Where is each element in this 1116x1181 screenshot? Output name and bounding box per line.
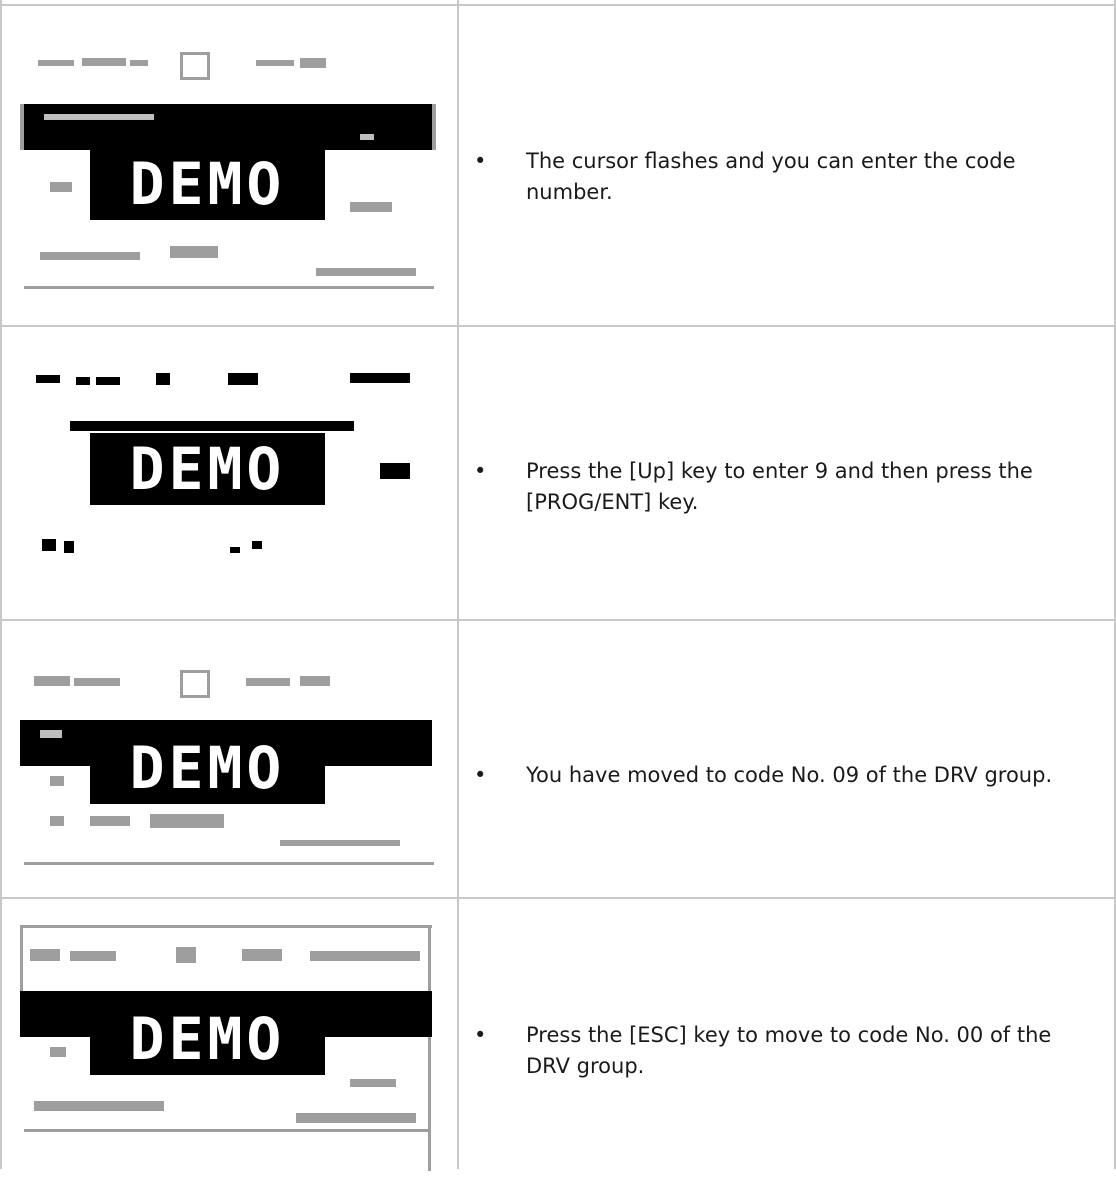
step-text: Press the [Up] key to enter 9 and then p… [526,459,1033,514]
table-border-left [0,0,2,1169]
bullet-point: • [474,1023,487,1047]
row-divider [0,619,1116,621]
step-text: Press the [ESC] key to move to code No. … [526,1023,1052,1078]
step-text: The cursor flashes and you can enter the… [526,149,1016,204]
row-divider [0,325,1116,327]
lcd-screen-image: DEMO [20,925,438,1181]
step-instruction: • You have moved to code No. 09 of the D… [470,760,1100,791]
demo-watermark: DEMO [90,148,325,220]
bullet-point: • [474,459,487,483]
step-instruction: • The cursor flashes and you can enter t… [470,146,1100,208]
step-instruction: • Press the [Up] key to enter 9 and then… [470,456,1100,518]
lcd-screen-image: DEMO [20,650,438,906]
step-text: You have moved to code No. 09 of the DRV… [526,763,1053,787]
column-divider [457,0,459,1169]
lcd-screen-image: DEMO [20,345,438,601]
demo-watermark: DEMO [90,732,325,804]
demo-watermark: DEMO [90,433,325,505]
demo-watermark: DEMO [90,1003,325,1075]
lcd-screen-image: DEMO [20,36,438,292]
step-instruction: • Press the [ESC] key to move to code No… [470,1020,1100,1082]
bullet-point: • [474,763,487,787]
instruction-table: DEMO • The cursor flashes and you can en… [0,0,1116,1171]
row-divider [0,4,1116,6]
bullet-point: • [474,149,487,173]
